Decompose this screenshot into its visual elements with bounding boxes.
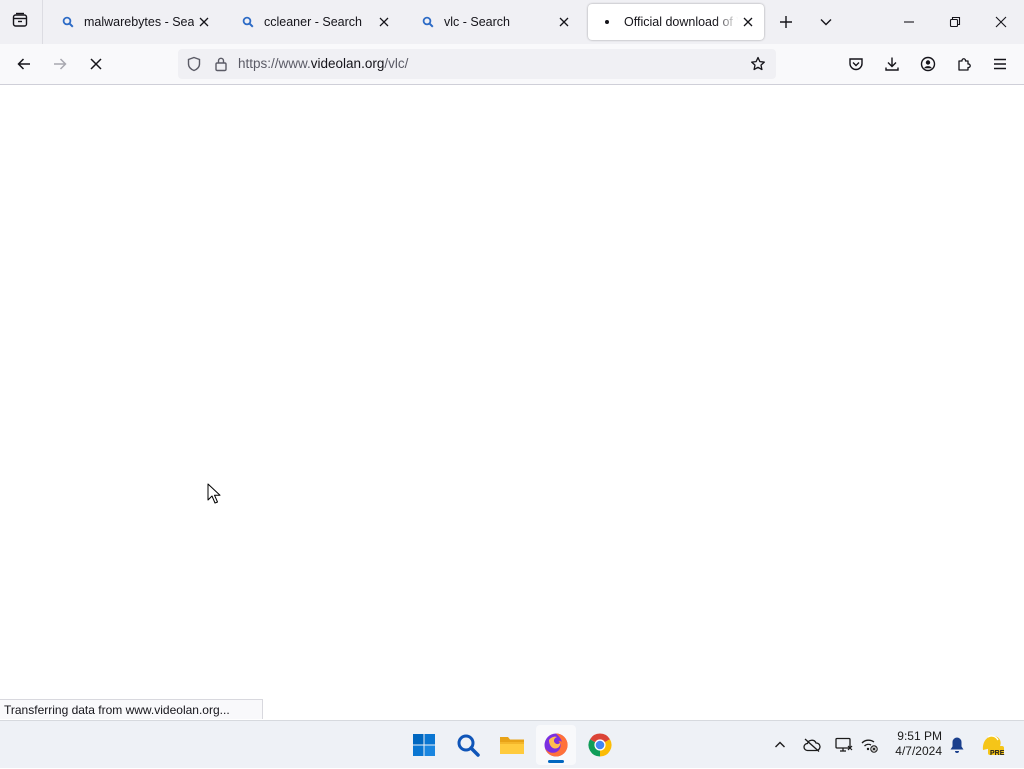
star-icon (751, 56, 765, 71)
new-tab-button[interactable] (770, 6, 802, 38)
chevron-down-icon (820, 19, 832, 26)
onedrive-tray-button[interactable] (800, 721, 824, 769)
forward-button[interactable] (44, 48, 76, 80)
pocket-button[interactable] (840, 48, 872, 80)
network-disconnected-icon (861, 739, 878, 753)
minimize-button[interactable] (886, 0, 932, 44)
tab-ccleaner-search[interactable]: ccleaner - Search (228, 4, 400, 40)
page-content (0, 85, 1024, 720)
search-icon (240, 14, 256, 30)
download-icon (885, 57, 899, 71)
tab-vlc-search[interactable]: vlc - Search (408, 4, 580, 40)
extensions-button[interactable] (948, 48, 980, 80)
chevron-up-icon (775, 741, 785, 748)
file-explorer-button[interactable] (492, 725, 532, 765)
tab-title: Official download of VLC media player (624, 15, 738, 29)
hamburger-icon (994, 58, 1006, 70)
system-clock[interactable]: 9:51 PM 4/7/2024 (890, 729, 942, 759)
lock-icon[interactable] (211, 54, 231, 74)
monitor-icon (835, 737, 853, 752)
search-icon (457, 734, 480, 757)
account-button[interactable] (912, 48, 944, 80)
close-window-button[interactable] (978, 0, 1024, 44)
notifications-button[interactable] (946, 721, 968, 769)
search-icon (420, 14, 436, 30)
bookmark-star-button[interactable] (748, 54, 768, 74)
restore-icon (949, 16, 961, 28)
tab-vlc-official-download[interactable]: Official download of VLC media player (588, 4, 764, 40)
close-tab-button[interactable] (374, 12, 394, 32)
chrome-taskbar-button[interactable] (580, 725, 620, 765)
search-icon (60, 14, 76, 30)
tab-title: vlc - Search (444, 15, 510, 29)
display-tray-button[interactable] (832, 721, 856, 769)
network-tray-button[interactable] (858, 721, 880, 769)
chrome-icon (588, 733, 612, 757)
arrow-left-icon (17, 58, 30, 70)
mouse-pointer-icon (207, 483, 223, 505)
downloads-button[interactable] (876, 48, 908, 80)
start-icon (413, 734, 435, 756)
show-hidden-icons-button[interactable] (768, 721, 792, 769)
close-tab-button[interactable] (554, 12, 574, 32)
file-explorer-icon (500, 737, 524, 754)
start-button[interactable] (404, 725, 444, 765)
close-icon (199, 17, 209, 27)
status-panel: Transferring data from www.videolan.org.… (0, 699, 263, 719)
loading-dot-icon (600, 14, 616, 30)
url-host: videolan.org (310, 56, 385, 71)
close-icon (995, 16, 1007, 28)
close-tab-button[interactable] (194, 12, 214, 32)
bell-icon (950, 737, 964, 753)
cloud-off-icon (803, 738, 821, 752)
address-bar[interactable]: https://www.videolan.org/vlc/ (178, 49, 776, 79)
preview-build-badge[interactable]: PRE (978, 721, 1006, 769)
firefox-view-button[interactable] (4, 6, 36, 38)
running-indicator (548, 760, 564, 763)
tab-title: malwarebytes - Search (84, 15, 194, 29)
tab-separator (42, 0, 43, 44)
close-icon (559, 17, 569, 27)
taskbar-search-button[interactable] (448, 725, 488, 765)
stop-loading-button[interactable] (80, 48, 112, 80)
navigation-toolbar: https://www.videolan.org/vlc/ (0, 44, 1024, 85)
firefox-icon (544, 733, 568, 757)
firefox-taskbar-button[interactable] (536, 725, 576, 765)
menu-button[interactable] (984, 48, 1016, 80)
preview-badge-label: PRE (990, 750, 1005, 757)
stop-icon (90, 58, 102, 70)
tracking-protection-shield-icon[interactable] (184, 54, 204, 74)
close-tab-button[interactable] (738, 12, 758, 32)
tab-strip: malwarebytes - Search ccleaner - Search … (0, 0, 1024, 44)
url-text[interactable]: https://www.videolan.org/vlc/ (238, 49, 408, 79)
account-icon (920, 56, 936, 72)
clock-time: 9:51 PM (897, 729, 942, 743)
taskbar: 9:51 PM 4/7/2024 PRE (0, 720, 1024, 768)
close-icon (379, 17, 389, 27)
tab-malwarebytes-search[interactable]: malwarebytes - Search (48, 4, 220, 40)
close-icon (743, 17, 753, 27)
arrow-right-icon (54, 58, 67, 70)
tab-title: ccleaner - Search (264, 15, 362, 29)
back-button[interactable] (8, 48, 40, 80)
list-all-tabs-button[interactable] (810, 6, 842, 38)
puzzle-icon (958, 58, 971, 71)
firefox-view-icon (12, 12, 28, 33)
url-prefix: https://www. (238, 56, 311, 71)
minimize-icon (904, 21, 914, 23)
url-path: /vlc/ (384, 56, 409, 71)
restore-button[interactable] (932, 0, 978, 44)
plus-icon (780, 16, 792, 28)
clock-date: 4/7/2024 (895, 744, 942, 758)
pocket-icon (849, 58, 863, 71)
